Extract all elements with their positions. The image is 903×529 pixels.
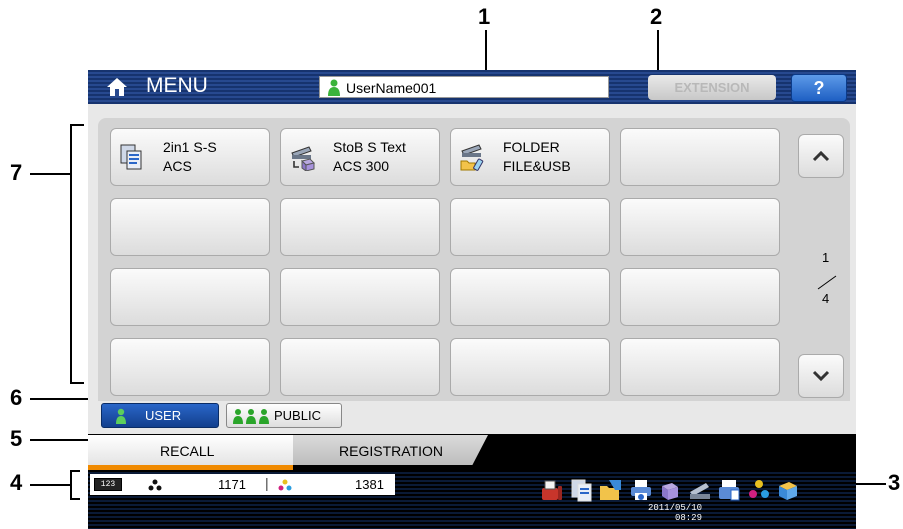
chevron-down-icon xyxy=(812,370,830,382)
black-count: 1171 xyxy=(218,477,246,492)
scan-to-box-icon xyxy=(291,146,315,171)
tab-registration-label: REGISTRATION xyxy=(339,443,443,459)
color-toner-icon xyxy=(278,479,292,491)
page-total: 4 xyxy=(822,291,830,306)
bracket-4-bottom xyxy=(70,498,80,500)
template-button-11[interactable] xyxy=(450,268,610,326)
home-icon[interactable] xyxy=(106,77,128,97)
user-name-field[interactable]: UserName001 xyxy=(319,76,609,98)
color-count: 1381 xyxy=(355,477,384,492)
public-button-label: PUBLIC xyxy=(274,408,321,423)
date-text: 2011/05/10 xyxy=(647,503,702,513)
leader-4 xyxy=(30,484,70,486)
callout-7: 7 xyxy=(10,160,23,185)
tab-registration[interactable]: REGISTRATION xyxy=(293,435,488,465)
template-button-7[interactable] xyxy=(450,198,610,256)
template-1-line1: 2in1 S-S xyxy=(163,139,217,155)
menu-bar: MENU UserName001 EXTENSION ? xyxy=(88,70,856,104)
fax-icon[interactable] xyxy=(540,478,564,502)
template-button-8[interactable] xyxy=(620,198,780,256)
template-button-10[interactable] xyxy=(280,268,440,326)
template-button-12[interactable] xyxy=(620,268,780,326)
toner-icon[interactable] xyxy=(747,478,771,502)
template-button-9[interactable] xyxy=(110,268,270,326)
network-icon[interactable] xyxy=(776,478,800,502)
user-button-label: USER xyxy=(145,408,182,423)
bracket-4 xyxy=(70,470,72,500)
device-screen: MENU UserName001 EXTENSION ? 2in1 S-S AC… xyxy=(88,70,856,529)
scan-to-folder-icon xyxy=(460,144,484,171)
template-grid: 2in1 S-S ACS StoB S Text ACS 300 FOLDER … xyxy=(98,118,850,418)
scroll-down-button[interactable] xyxy=(798,354,844,398)
template-button-2[interactable]: StoB S Text ACS 300 xyxy=(280,128,440,186)
template-panel: 2in1 S-S ACS StoB S Text ACS 300 FOLDER … xyxy=(88,104,856,434)
counter-separator: | xyxy=(265,475,269,491)
user-icon xyxy=(116,408,126,424)
scan-icon[interactable] xyxy=(688,478,712,502)
callout-1: 1 xyxy=(478,4,491,29)
template-button-1[interactable]: 2in1 S-S ACS xyxy=(110,128,270,186)
counter-display[interactable]: 123 1171 | 1381 xyxy=(90,474,395,495)
template-3-line2: FILE&USB xyxy=(503,158,571,174)
date-time: 2011/05/10 08:29 xyxy=(638,503,702,523)
callout-3: 3 xyxy=(888,470,901,495)
help-button[interactable]: ? xyxy=(791,74,847,102)
user-icon xyxy=(328,79,340,96)
bracket-7 xyxy=(70,124,72,384)
tab-bar: RECALL REGISTRATION xyxy=(88,434,856,470)
print-icon[interactable] xyxy=(629,478,653,502)
callout-6: 6 xyxy=(10,385,23,410)
tab-recall[interactable]: RECALL xyxy=(88,435,293,470)
callout-2: 2 xyxy=(650,4,663,29)
tab-recall-label: RECALL xyxy=(160,443,215,459)
user-name-text: UserName001 xyxy=(346,80,437,96)
printer-queue-icon[interactable] xyxy=(717,478,741,502)
leader-7 xyxy=(30,173,70,175)
bracket-7-bottom xyxy=(70,382,84,384)
black-toner-icon xyxy=(148,479,162,491)
box-icon[interactable] xyxy=(658,478,682,502)
bracket-7-top xyxy=(70,124,84,126)
template-1-line2: ACS xyxy=(163,158,192,174)
copy-icon[interactable] xyxy=(570,478,594,502)
extension-button[interactable]: EXTENSION xyxy=(648,75,776,100)
template-button-14[interactable] xyxy=(280,338,440,396)
callout-4: 4 xyxy=(10,470,23,495)
template-3-line1: FOLDER xyxy=(503,139,560,155)
template-group-selector: USER PUBLIC xyxy=(88,401,856,434)
chevron-up-icon xyxy=(812,150,830,162)
template-button-5[interactable] xyxy=(110,198,270,256)
group-icon xyxy=(233,409,269,424)
public-button[interactable]: PUBLIC xyxy=(226,403,342,428)
template-button-13[interactable] xyxy=(110,338,270,396)
copy-template-icon xyxy=(120,144,142,170)
template-2-line1: StoB S Text xyxy=(333,139,406,155)
template-button-3[interactable]: FOLDER FILE&USB xyxy=(450,128,610,186)
template-button-16[interactable] xyxy=(620,338,780,396)
status-bar: 123 1171 | 1381 2011/05/10 08:29 xyxy=(88,470,856,529)
user-button[interactable]: USER xyxy=(101,403,219,428)
folder-icon[interactable] xyxy=(599,478,623,502)
bracket-4-top xyxy=(70,470,80,472)
template-button-4[interactable] xyxy=(620,128,780,186)
template-2-line2: ACS 300 xyxy=(333,158,390,174)
menu-button[interactable]: MENU xyxy=(146,74,208,98)
callout-5: 5 xyxy=(10,426,23,451)
scroll-up-button[interactable] xyxy=(798,134,844,178)
counter-icon: 123 xyxy=(94,478,122,491)
page-indicator: 1 4 xyxy=(812,246,842,316)
time-text: 08:29 xyxy=(674,513,702,523)
template-button-15[interactable] xyxy=(450,338,610,396)
template-button-6[interactable] xyxy=(280,198,440,256)
